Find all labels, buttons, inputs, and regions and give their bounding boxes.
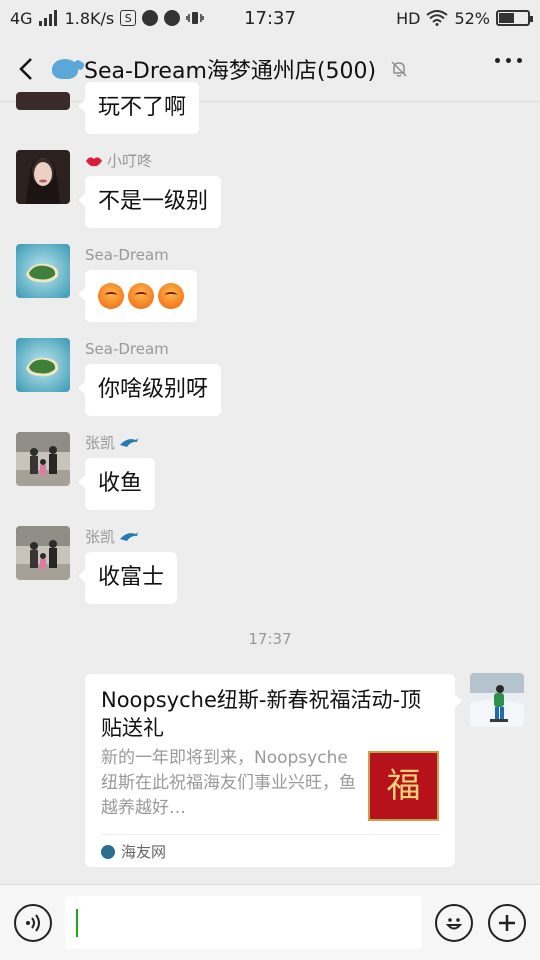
link-card-source: 海友网 xyxy=(101,841,166,862)
angry-face-icon xyxy=(98,283,124,309)
sender-name: 小叮咚 xyxy=(85,150,221,172)
message-text: 你啥级别呀 xyxy=(98,377,209,402)
text-caret xyxy=(76,909,78,937)
message-text: 不是一级别 xyxy=(98,189,209,214)
link-card-thumbnail: 福 xyxy=(368,751,439,821)
message-row: 玩不了啊 xyxy=(16,82,200,134)
island-avatar[interactable] xyxy=(16,244,70,298)
message-row: 小叮咚 不是一级别 xyxy=(16,150,222,228)
message-bubble[interactable]: 你啥级别呀 xyxy=(77,364,222,416)
message-timestamp: 17:37 xyxy=(248,630,292,648)
lips-icon xyxy=(86,157,102,167)
plus-icon xyxy=(499,915,515,931)
message-bubble[interactable] xyxy=(78,270,197,322)
girl-avatar[interactable] xyxy=(16,92,70,110)
link-card-description: 新的一年即将到来，Noopsyche纽斯在此祝福海友们事业兴旺，鱼越养越好… xyxy=(101,748,356,818)
island-avatar[interactable] xyxy=(16,338,70,392)
emoji-button[interactable] xyxy=(435,904,473,942)
whale-emoji-icon xyxy=(52,58,78,79)
message-text: 玩不了啊 xyxy=(98,95,187,120)
angry-face-icon xyxy=(158,283,184,309)
message-bubble[interactable]: 收富士 xyxy=(77,552,178,604)
status-bar: 4G 1.8K/s S 17:37 HD 52% xyxy=(0,0,540,36)
source-logo-icon xyxy=(101,844,115,859)
voice-icon xyxy=(26,914,40,932)
message-text: 收鱼 xyxy=(98,471,143,496)
back-icon xyxy=(19,57,32,80)
link-card-title: Noopsyche纽斯-新春祝福活动-顶贴送礼 xyxy=(101,688,422,740)
chat-title: Sea-Dream海梦通州店(500) xyxy=(84,58,377,84)
message-row: 张凯 收鱼 xyxy=(16,432,156,510)
message-row: Sea-Dream 你啥级别呀 xyxy=(16,338,222,416)
emoji-icon xyxy=(445,918,463,930)
more-icon[interactable] xyxy=(495,58,522,63)
source-name: 海友网 xyxy=(121,843,167,861)
thumbnail-text: 福 xyxy=(386,766,421,806)
message-bubble[interactable]: 玩不了啊 xyxy=(77,82,200,134)
message-row: 张凯 收富士 xyxy=(16,526,178,604)
clock: 17:37 xyxy=(244,7,296,29)
message-row: Sea-Dream xyxy=(16,244,197,322)
dolphin-icon xyxy=(120,438,139,447)
message-bubble[interactable]: 不是一级别 xyxy=(77,176,222,228)
dolphin-icon xyxy=(120,532,139,541)
sender-name: 张凯 xyxy=(85,526,177,548)
girl-avatar[interactable] xyxy=(16,150,70,204)
message-bubble[interactable]: 收鱼 xyxy=(77,458,156,510)
sender-name: Sea-Dream xyxy=(85,246,169,264)
divider xyxy=(101,834,439,835)
message-text: 收富士 xyxy=(98,565,165,590)
my-avatar[interactable] xyxy=(470,673,524,727)
angry-face-icon xyxy=(128,283,154,309)
battery-icon xyxy=(496,10,533,26)
message-input[interactable] xyxy=(65,896,422,949)
mute-bell-icon xyxy=(391,60,407,77)
sender-name: 张凯 xyxy=(85,432,155,454)
plus-button[interactable] xyxy=(488,904,526,942)
family-avatar[interactable] xyxy=(16,526,70,580)
chat-title-area[interactable]: Sea-Dream海梦通州店(500) xyxy=(52,53,408,85)
voice-button[interactable] xyxy=(14,904,52,942)
sender-name: Sea-Dream xyxy=(85,340,169,358)
family-avatar[interactable] xyxy=(16,432,70,486)
input-bar xyxy=(0,884,540,960)
battery-level xyxy=(499,13,514,23)
link-card[interactable]: Noopsyche纽斯-新春祝福活动-顶贴送礼 新的一年即将到来，Noopsyc… xyxy=(85,674,462,867)
